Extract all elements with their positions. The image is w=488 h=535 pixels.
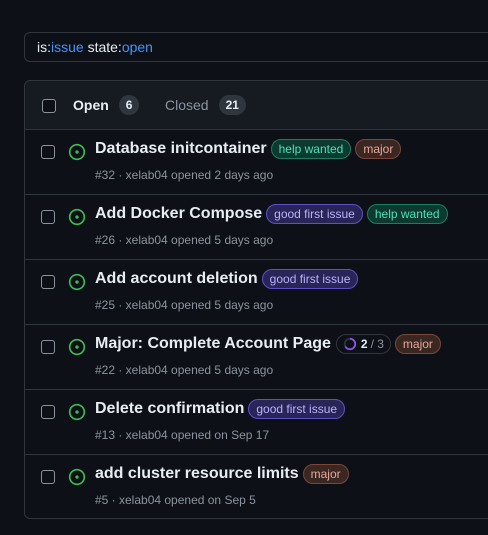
- closed-count-badge: 21: [218, 95, 246, 115]
- issues-list-header: Open 6 Closed 21: [25, 81, 488, 130]
- open-count-badge: 6: [118, 95, 140, 115]
- issue-row[interactable]: Database initcontainer help wanted major…: [25, 129, 488, 194]
- issue-checkbox[interactable]: [41, 340, 55, 354]
- tab-open-issues[interactable]: Open 6: [73, 95, 140, 115]
- issue-open-icon: [68, 143, 86, 161]
- label-major[interactable]: major: [394, 334, 441, 354]
- issue-meta: #32 · xelab04 opened 2 days ago: [95, 168, 274, 182]
- select-all-checkbox[interactable]: [42, 99, 56, 113]
- issue-meta: #22 · xelab04 opened 5 days ago: [95, 363, 274, 377]
- search-token-value: open: [121, 39, 153, 55]
- issue-checkbox[interactable]: [41, 210, 55, 224]
- issue-open-icon: [68, 468, 86, 486]
- search-input[interactable]: is:issue state:open: [24, 32, 488, 62]
- issue-row[interactable]: Major: Complete Account Page 2 / 3 major…: [25, 324, 488, 389]
- label-good-first-issue[interactable]: good first issue: [261, 269, 359, 289]
- label-good-first-issue[interactable]: good first issue: [248, 399, 346, 419]
- issue-open-icon: [68, 273, 86, 291]
- issue-row[interactable]: Delete confirmation good first issue #13…: [25, 389, 488, 454]
- issue-checkbox[interactable]: [41, 145, 55, 159]
- tab-closed-label: Closed: [165, 97, 209, 113]
- issue-checkbox[interactable]: [41, 275, 55, 289]
- issue-title-link[interactable]: Database initcontainer: [95, 138, 267, 160]
- issue-title-link[interactable]: Add account deletion: [95, 268, 258, 290]
- progress-ring-icon: [343, 337, 357, 351]
- label-major[interactable]: major: [355, 139, 402, 159]
- issue-open-icon: [68, 403, 86, 421]
- issue-checkbox[interactable]: [41, 405, 55, 419]
- search-token-key: is:: [37, 39, 51, 55]
- issue-meta: #13 · xelab04 opened on Sep 17: [95, 428, 270, 442]
- tab-closed-issues[interactable]: Closed 21: [165, 95, 246, 115]
- label-major[interactable]: major: [302, 464, 349, 484]
- label-good-first-issue[interactable]: good first issue: [266, 204, 363, 224]
- issue-checkbox[interactable]: [41, 470, 55, 484]
- issue-row[interactable]: Add Docker Compose good first issue help…: [25, 194, 488, 259]
- progress-total: / 3: [370, 337, 384, 351]
- issue-meta: #25 · xelab04 opened 5 days ago: [95, 298, 274, 312]
- label-help-wanted[interactable]: help wanted: [366, 204, 448, 224]
- issue-meta: #5 · xelab04 opened on Sep 5: [95, 493, 256, 507]
- label-help-wanted[interactable]: help wanted: [270, 139, 352, 159]
- search-token-value: issue: [51, 39, 84, 55]
- progress-done: 2: [360, 337, 368, 351]
- issue-title-link[interactable]: Major: Complete Account Page: [95, 333, 331, 355]
- issue-row[interactable]: add cluster resource limits major #5 · x…: [25, 454, 488, 518]
- issues-list-panel: Open 6 Closed 21 Database initcontainer …: [24, 80, 488, 519]
- issue-title-link[interactable]: add cluster resource limits: [95, 463, 299, 485]
- issue-title-link[interactable]: Delete confirmation: [95, 398, 244, 420]
- issue-title-link[interactable]: Add Docker Compose: [95, 203, 262, 225]
- issue-meta: #26 · xelab04 opened 5 days ago: [95, 233, 274, 247]
- issue-open-icon: [68, 338, 86, 356]
- tab-open-label: Open: [73, 97, 109, 113]
- issue-row[interactable]: Add account deletion good first issue #2…: [25, 259, 488, 324]
- search-token-key: state:: [83, 39, 122, 55]
- issue-open-icon: [68, 208, 86, 226]
- sub-issues-progress[interactable]: 2 / 3: [335, 334, 391, 354]
